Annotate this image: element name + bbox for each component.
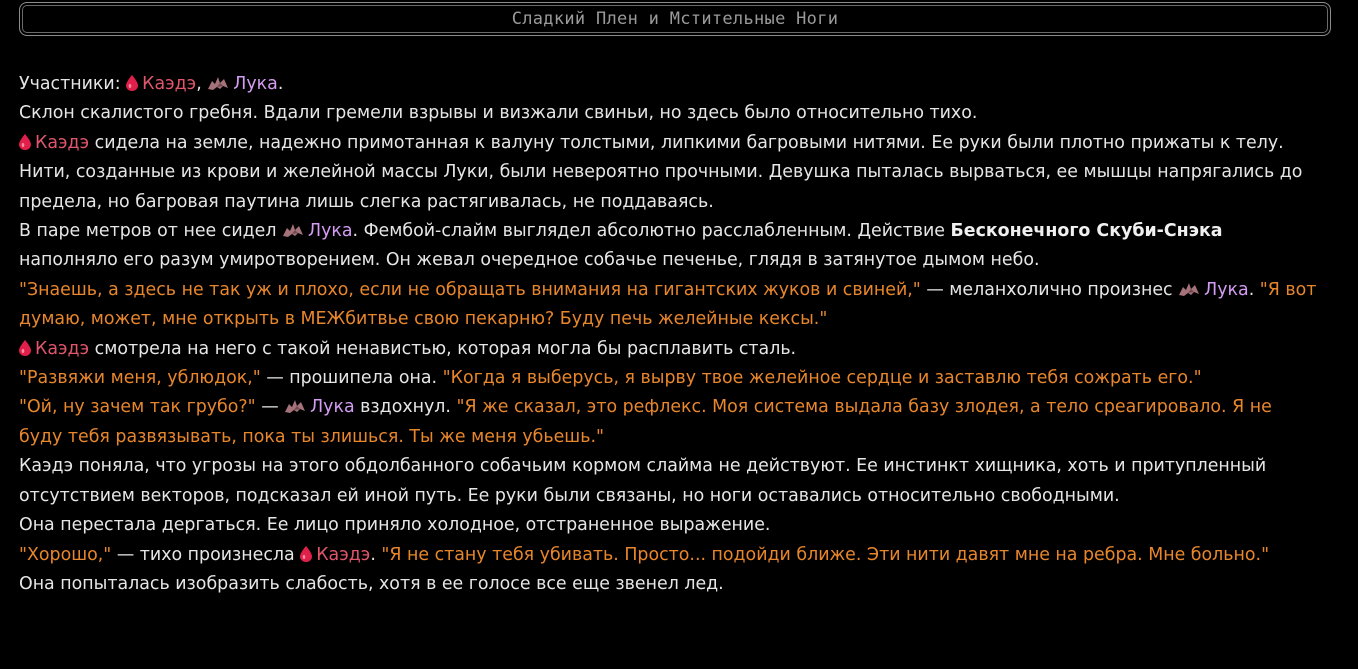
punct: . xyxy=(370,544,376,565)
paragraph-text: — меланхолично произнес xyxy=(926,279,1173,300)
dialogue: "Развяжи меня, ублюдок," xyxy=(19,368,261,389)
paragraph: Она попыталась изобразить слабость, хотя… xyxy=(19,573,724,594)
paragraph-text: смотрела на него с такой ненавистью, кот… xyxy=(94,338,797,359)
paragraph: "Развяжи меня, ублюдок," — прошипела она… xyxy=(19,364,1319,393)
story-title: Сладкий Плен и Мстительные Ноги xyxy=(511,9,839,29)
participants-line: Участники: Каэдэ, Лука. xyxy=(19,70,1319,99)
paragraph-text: вздохнул. xyxy=(360,397,451,418)
paragraph: Каэдэ смотрела на него с такой ненависть… xyxy=(19,335,1319,364)
bold-phrase: Бесконечного Скуби-Снэка xyxy=(950,221,1223,242)
name-kaede: Каэдэ xyxy=(316,544,371,565)
blood-drop-icon xyxy=(19,131,31,150)
participants-label: Участники: xyxy=(19,74,121,94)
bat-icon xyxy=(1178,278,1200,296)
bat-icon xyxy=(207,72,229,90)
bat-icon xyxy=(284,395,306,414)
blood-drop-icon xyxy=(19,337,31,356)
name-kaede: Каэдэ xyxy=(142,74,197,94)
paragraph-text: — прошипела она. xyxy=(266,368,438,389)
paragraph: Каэдэ сидела на земле, надежно примотанн… xyxy=(19,129,1319,217)
dialogue: "Я не стану тебя убивать. Просто... подо… xyxy=(381,544,1270,565)
paragraph-text: . Фембой-слайм выглядел абсолютно рассла… xyxy=(352,221,945,242)
bat-icon xyxy=(282,219,304,238)
name-luka: Лука xyxy=(308,221,353,242)
name-luka: Лука xyxy=(233,74,278,94)
dialogue: "Знаешь, а здесь не так уж и плохо, если… xyxy=(19,279,921,300)
paragraph: Она перестала дергаться. Ее лицо приняло… xyxy=(19,515,771,536)
paragraph: Каэдэ поняла, что угрозы на этого обдолб… xyxy=(19,456,1267,506)
dialogue: "Ой, ну зачем так грубо?" xyxy=(19,397,256,418)
blood-drop-icon xyxy=(300,543,313,562)
name-kaede: Каэдэ xyxy=(35,132,90,153)
name-luka: Лука xyxy=(310,397,355,418)
punct: . xyxy=(1248,279,1255,300)
paragraph-text: В паре метров от нее сидел xyxy=(19,221,277,242)
paragraph: "Ой, ну зачем так грубо?" — Лука вздохну… xyxy=(19,393,1319,452)
name-luka: Лука xyxy=(1204,279,1249,300)
paragraph-text: — тихо произнесла xyxy=(116,544,295,565)
dialogue: "Хорошо," xyxy=(19,544,112,565)
punct: , xyxy=(196,74,202,94)
blood-drop-icon xyxy=(126,72,139,91)
paragraph-text: сидела на земле, надежно примотанная к в… xyxy=(19,132,1303,212)
story-text: Участники: Каэдэ, Лука. Склон скалистого… xyxy=(19,70,1319,599)
paragraph-text: наполняло его разум умиротворением. Он ж… xyxy=(19,250,1040,271)
paragraph-text: — xyxy=(261,397,279,418)
dialogue: "Когда я выберусь, я вырву твое желейное… xyxy=(442,368,1202,389)
story-title-bar: Сладкий Плен и Мстительные Ноги xyxy=(19,2,1331,36)
name-kaede: Каэдэ xyxy=(35,338,90,359)
punct: . xyxy=(277,74,284,94)
paragraph: "Хорошо," — тихо произнесла Каэдэ. "Я не… xyxy=(19,541,1319,570)
paragraph: В паре метров от нее сидел Лука. Фембой-… xyxy=(19,217,1319,276)
paragraph: "Знаешь, а здесь не так уж и плохо, если… xyxy=(19,276,1319,335)
paragraph: Склон скалистого гребня. Вдали гремели в… xyxy=(19,103,978,124)
